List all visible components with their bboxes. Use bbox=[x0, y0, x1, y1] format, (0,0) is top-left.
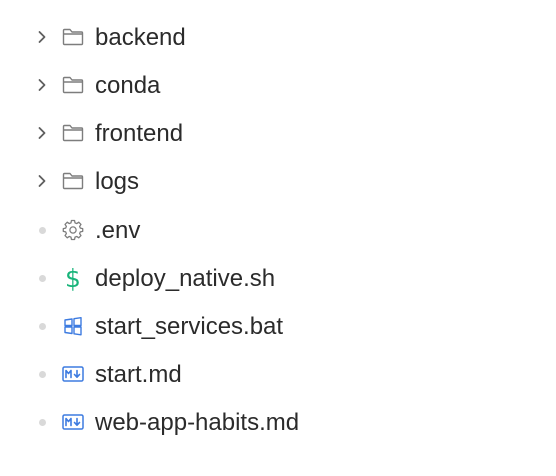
bullet-dot bbox=[33, 365, 51, 383]
bullet-dot bbox=[33, 317, 51, 335]
tree-item-web-app-habits-md[interactable]: web-app-habits.md bbox=[0, 399, 556, 447]
folder-icon bbox=[60, 74, 86, 96]
tree-item-env[interactable]: .env bbox=[0, 207, 556, 255]
tree-item-conda[interactable]: conda bbox=[0, 62, 556, 110]
dollar-icon: $ bbox=[65, 263, 81, 293]
chevron-right-icon[interactable] bbox=[33, 172, 51, 190]
markdown-icon bbox=[60, 363, 86, 385]
tree-item-start-services-bat[interactable]: start_services.bat bbox=[0, 303, 556, 351]
windows-icon bbox=[60, 315, 86, 337]
chevron-right-icon[interactable] bbox=[33, 124, 51, 142]
tree-item-logs[interactable]: logs bbox=[0, 158, 556, 206]
tree-item-label: start_services.bat bbox=[95, 313, 284, 340]
tree-item-frontend[interactable]: frontend bbox=[0, 110, 556, 158]
tree-item-backend[interactable]: backend bbox=[0, 14, 556, 62]
tree-item-label: conda bbox=[95, 72, 161, 99]
tree-item-label: backend bbox=[95, 24, 186, 51]
tree-item-label: start.md bbox=[95, 361, 182, 388]
bullet-dot bbox=[33, 413, 51, 431]
tree-item-label: logs bbox=[95, 168, 140, 195]
bullet-dot bbox=[33, 269, 51, 287]
folder-icon bbox=[60, 122, 86, 144]
tree-item-label: frontend bbox=[95, 120, 184, 147]
folder-icon bbox=[60, 26, 86, 48]
tree-item-label: web-app-habits.md bbox=[95, 409, 300, 436]
chevron-right-icon[interactable] bbox=[33, 28, 51, 46]
file-tree: backend conda frontend logs .env $ deplo… bbox=[0, 0, 556, 476]
tree-item-start-md[interactable]: start.md bbox=[0, 351, 556, 399]
chevron-right-icon[interactable] bbox=[33, 76, 51, 94]
tree-item-label: .env bbox=[95, 217, 141, 244]
gear-icon bbox=[60, 219, 86, 241]
bullet-dot bbox=[33, 221, 51, 239]
tree-item-deploy-native-sh[interactable]: $ deploy_native.sh bbox=[0, 255, 556, 303]
folder-icon bbox=[60, 170, 86, 192]
markdown-icon bbox=[60, 411, 86, 433]
tree-item-label: deploy_native.sh bbox=[95, 265, 276, 292]
